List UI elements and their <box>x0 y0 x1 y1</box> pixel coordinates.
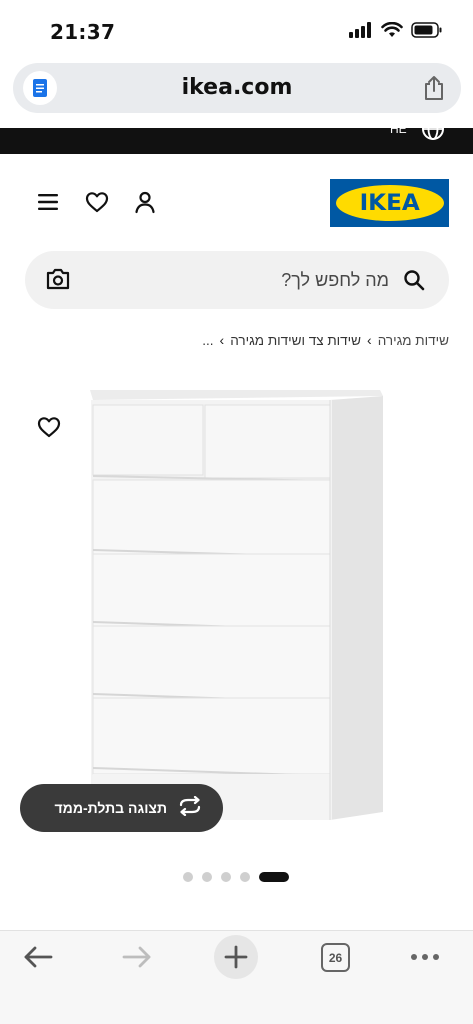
carousel-dot[interactable] <box>202 872 212 882</box>
ikea-logo-oval: IKEA <box>335 185 444 221</box>
breadcrumb-item[interactable]: שידות צד ושידות מגירה <box>230 333 361 348</box>
rotate-3d-icon <box>177 795 203 821</box>
camera-search-icon[interactable] <box>45 267 71 296</box>
status-time: 21:37 <box>50 20 116 44</box>
carousel-dot[interactable] <box>183 872 193 882</box>
chevron-left-icon: › <box>367 332 372 348</box>
favorites-heart-icon[interactable] <box>85 191 109 218</box>
status-icons <box>349 21 443 43</box>
battery-icon <box>411 22 443 43</box>
wifi-icon <box>381 21 403 43</box>
carousel-dots <box>183 872 289 882</box>
top-strip: HE <box>0 128 473 154</box>
ikea-logo[interactable]: IKEA <box>330 179 449 227</box>
add-to-wishlist-heart-icon[interactable] <box>37 416 61 443</box>
back-arrow-icon[interactable] <box>22 944 54 975</box>
signal-icon <box>349 22 373 43</box>
language-label[interactable]: HE <box>390 128 407 136</box>
globe-icon[interactable] <box>420 128 446 147</box>
forward-arrow-icon[interactable] <box>121 944 153 975</box>
user-account-icon[interactable] <box>133 190 157 219</box>
carousel-dot-active[interactable] <box>259 872 289 882</box>
carousel-dot[interactable] <box>221 872 231 882</box>
more-menu-icon[interactable] <box>411 954 439 960</box>
breadcrumb-item-current: שידות מגירה <box>377 332 449 348</box>
search-box[interactable]: מה לחפש לך? <box>25 251 449 309</box>
view-3d-label: תצוגה בתלת-ממד <box>54 800 168 816</box>
share-icon[interactable] <box>423 75 445 106</box>
chevron-left-icon: › <box>219 332 225 348</box>
search-input[interactable]: מה לחפש לך? <box>281 270 389 291</box>
status-bar: 21:37 <box>0 0 473 60</box>
carousel-dot[interactable] <box>240 872 250 882</box>
plus-icon <box>224 945 248 969</box>
breadcrumb: ... › שידות צד ושידות מגירה › שידות מגיר… <box>202 330 449 350</box>
new-tab-button[interactable] <box>214 935 258 979</box>
tabs-count-button[interactable]: 26 <box>321 943 350 972</box>
ikea-logo-text: IKEA <box>359 190 420 216</box>
site-header: IKEA <box>0 170 473 240</box>
address-bar[interactable]: ikea.com <box>13 63 461 113</box>
search-icon[interactable] <box>403 269 425 296</box>
hamburger-menu-icon[interactable] <box>36 192 60 217</box>
url-text[interactable]: ikea.com <box>13 75 461 100</box>
browser-toolbar: 26 <box>0 930 473 1024</box>
product-image-gallery[interactable]: תצוגה בתלת-ממד <box>0 360 473 860</box>
breadcrumb-ellipsis[interactable]: ... <box>202 333 213 348</box>
view-3d-button[interactable]: תצוגה בתלת-ממד <box>20 784 223 832</box>
